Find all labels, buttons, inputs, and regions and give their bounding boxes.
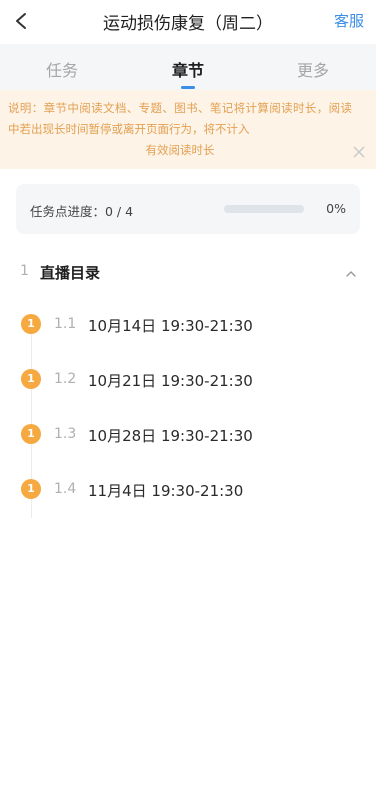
section-number: 1 (20, 263, 29, 279)
task-point-badge-icon: 1 (21, 424, 41, 444)
task-point-badge-icon: 1 (21, 479, 41, 499)
chevron-left-icon (16, 13, 26, 29)
chapter-number: 1.3 (54, 426, 77, 442)
tab-bar: 任务 章节 更多 (0, 44, 376, 90)
customer-service-button[interactable]: 客服 (334, 10, 364, 31)
chapter-item[interactable]: 1 1.3 10月28日 19:30-21:30 (0, 422, 376, 448)
section-header[interactable]: 1 直播目录 (0, 258, 376, 288)
task-progress-card: 任务点进度：0 / 4 0% (16, 184, 360, 234)
tab-more[interactable]: 更多 (273, 57, 353, 81)
notice-line-1: 说明：章节中阅读文档、专题、图书、笔记将计算阅读时长，阅读中若出现长时间暂停或离… (8, 101, 352, 136)
chapter-number: 1.4 (54, 481, 77, 497)
tab-chapters[interactable]: 章节 (148, 57, 228, 81)
notice-banner: 说明：章节中阅读文档、专题、图书、笔记将计算阅读时长，阅读中若出现长时间暂停或离… (0, 90, 376, 169)
progress-percent: 0% (326, 201, 346, 216)
chapter-item[interactable]: 1 1.1 10月14日 19:30-21:30 (0, 312, 376, 338)
chapter-title: 10月28日 19:30-21:30 (88, 427, 253, 445)
notice-line-2: 有效阅读时长 (145, 143, 215, 157)
chapter-item[interactable]: 1 1.4 11月4日 19:30-21:30 (0, 477, 376, 503)
close-icon (353, 146, 365, 158)
chapter-number: 1.2 (54, 371, 77, 387)
chapter-title: 10月21日 19:30-21:30 (88, 372, 253, 390)
chapter-number: 1.1 (54, 316, 77, 332)
progress-bar (224, 205, 304, 213)
tab-tasks[interactable]: 任务 (22, 57, 102, 81)
chapter-title: 11月4日 19:30-21:30 (88, 482, 244, 500)
active-tab-indicator (181, 86, 195, 89)
chapter-item[interactable]: 1 1.2 10月21日 19:30-21:30 (0, 367, 376, 393)
progress-label: 任务点进度：0 / 4 (30, 204, 134, 219)
notice-close-button[interactable] (352, 144, 366, 158)
task-point-badge-icon: 1 (21, 314, 41, 334)
chapter-title: 10月14日 19:30-21:30 (88, 317, 253, 335)
back-button[interactable] (8, 6, 38, 36)
section-title: 直播目录 (40, 264, 101, 282)
notice-text: 说明：章节中阅读文档、专题、图书、笔记将计算阅读时长，阅读中若出现长时间暂停或离… (8, 98, 352, 161)
task-point-badge-icon: 1 (21, 369, 41, 389)
page-title: 运动损伤康复（周二） (103, 14, 273, 34)
header-bar: 运动损伤康复（周二） 客服 (0, 0, 376, 44)
chevron-up-icon[interactable] (344, 266, 358, 280)
